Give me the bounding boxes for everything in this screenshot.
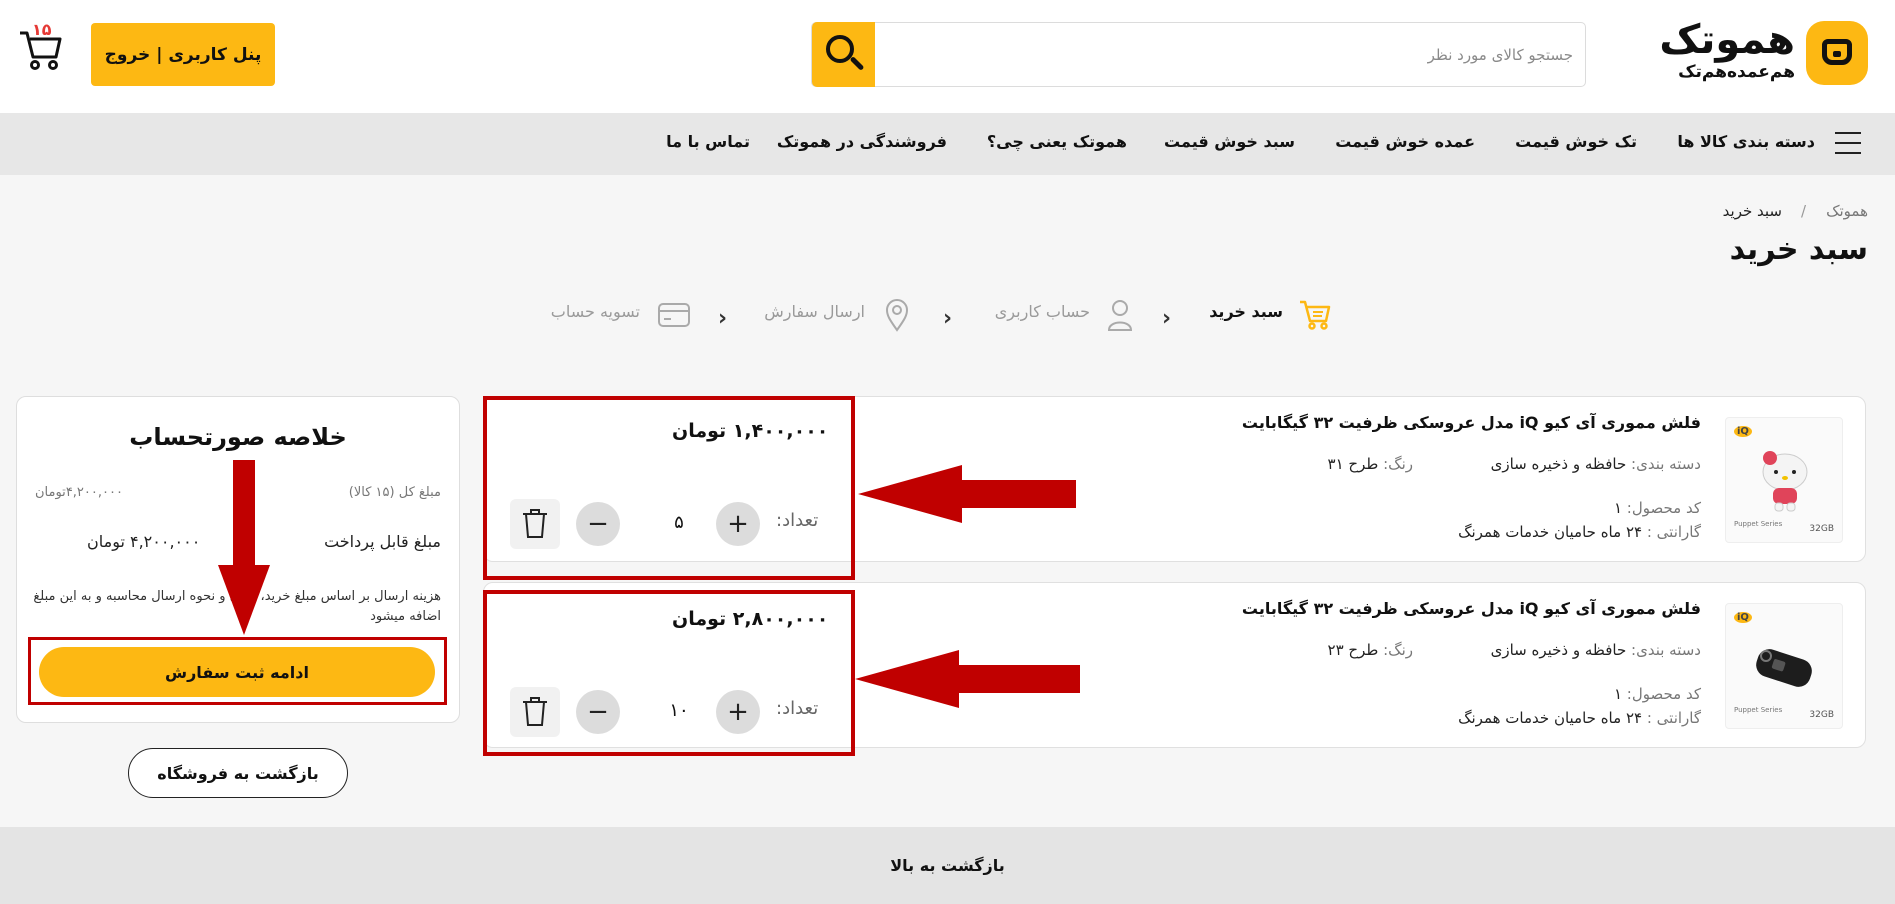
category-label: دسته بندی: xyxy=(1631,455,1701,473)
annotation-highlight-box: ۲,۸۰۰,۰۰۰ تومان تعداد: + ۱۰ − xyxy=(483,590,855,756)
product-image[interactable]: iQ Puppet Series 32GB xyxy=(1725,417,1843,543)
nav-item-about[interactable]: هموتک یعنی چی؟ xyxy=(987,132,1127,151)
annotation-highlight-box: ۱,۴۰۰,۰۰۰ تومان تعداد: + ۵ − xyxy=(483,396,855,580)
step-account: حساب کاربری xyxy=(994,302,1090,321)
brand-logo: iQ xyxy=(1734,612,1752,623)
logo-icon[interactable] xyxy=(1806,21,1868,85)
item-price: ۱,۴۰۰,۰۰۰ تومان xyxy=(672,420,829,442)
quantity-value: ۱۰ xyxy=(669,700,689,721)
nav-item-contact[interactable]: تماس با ما xyxy=(666,132,750,151)
menu-icon[interactable] xyxy=(1835,132,1861,154)
product-capacity: 32GB xyxy=(1809,710,1834,720)
cart-count-badge: ۱۵ xyxy=(32,20,52,39)
product-series: Puppet Series xyxy=(1734,706,1783,714)
continue-order-button[interactable]: ادامه ثبت سفارش xyxy=(39,647,435,697)
logo-subtitle: هم‌عمده‌هم‌تک xyxy=(1678,62,1795,82)
quantity-label: تعداد: xyxy=(776,510,819,531)
warranty-value: ۲۴ ماه حامیان خدمات همرنگ xyxy=(1458,709,1643,727)
nav-item-become-seller[interactable]: فروشندگی در هموتک xyxy=(777,132,947,151)
page-title: سبد خرید xyxy=(1729,232,1868,267)
decrease-qty-button[interactable]: − xyxy=(576,502,620,546)
search-input[interactable] xyxy=(893,37,1573,73)
quantity-label: تعداد: xyxy=(776,698,819,719)
product-series: Puppet Series xyxy=(1734,520,1783,528)
delete-item-button[interactable] xyxy=(510,499,560,549)
trash-icon xyxy=(523,508,547,538)
color-value: طرح ۲۳ xyxy=(1327,641,1379,659)
delete-item-button[interactable] xyxy=(510,687,560,737)
warranty-value: ۲۴ ماه حامیان خدمات همرنگ xyxy=(1458,523,1643,541)
annotation-arrow-left xyxy=(858,465,1076,523)
nav-item-basket-deals[interactable]: سبد خوش قیمت xyxy=(1164,132,1295,151)
chevron-left-icon: ‹ xyxy=(943,306,953,331)
nav-item-wholesale-deals[interactable]: عمده خوش قیمت xyxy=(1335,132,1475,151)
decrease-qty-button[interactable]: − xyxy=(576,690,620,734)
search-box xyxy=(811,22,1586,87)
category-value: حافظه و ذخیره سازی xyxy=(1490,455,1627,473)
chevron-left-icon: ‹ xyxy=(718,306,728,331)
breadcrumb-separator: / xyxy=(1800,202,1806,220)
code-value: ۱ xyxy=(1613,499,1622,517)
cart-step-icon xyxy=(1300,300,1331,330)
logo-title[interactable]: همو‌تک xyxy=(1655,18,1795,62)
payable-label: مبلغ قابل پرداخت xyxy=(324,532,441,551)
step-payment: تسویه حساب xyxy=(550,302,640,321)
summary-title: خلاصه صورتحساب xyxy=(129,423,347,451)
step-cart: سبد خرید xyxy=(1209,302,1283,321)
annotation-arrow-left xyxy=(855,650,1080,708)
step-shipping: ارسال سفارش xyxy=(764,302,865,321)
category-value: حافظه و ذخیره سازی xyxy=(1490,641,1627,659)
search-button[interactable] xyxy=(812,22,875,87)
user-panel-button[interactable]: پنل کاربری | خروج xyxy=(91,23,275,86)
location-step-icon xyxy=(885,299,909,332)
nav-item-single-deals[interactable]: تک خوش قیمت xyxy=(1515,132,1637,151)
card-step-icon xyxy=(658,303,690,327)
back-to-shop-button[interactable]: بازگشت به فروشگاه xyxy=(128,748,348,798)
increase-qty-button[interactable]: + xyxy=(716,502,760,546)
color-label: رنگ: xyxy=(1383,455,1413,473)
total-label: مبلغ کل (۱۵ کالا) xyxy=(348,485,441,500)
product-image[interactable]: iQ Puppet Series 32GB xyxy=(1725,603,1843,729)
code-label: کد محصول: xyxy=(1626,685,1701,703)
quantity-value: ۵ xyxy=(674,512,684,533)
nav-item-categories[interactable]: دسته بندی کالا ها xyxy=(1677,132,1815,151)
annotation-arrow-down xyxy=(218,460,270,635)
color-label: رنگ: xyxy=(1383,641,1413,659)
annotation-highlight-box: ادامه ثبت سفارش xyxy=(28,637,447,705)
code-label: کد محصول: xyxy=(1626,499,1701,517)
breadcrumb-home[interactable]: هموتک xyxy=(1826,202,1868,220)
product-name[interactable]: فلش مموری آی کیو iQ مدل عروسکی ظرفیت ۳۲ … xyxy=(1242,599,1701,618)
site-header: همو‌تک هم‌عمده‌هم‌تک پنل کاربری | خروج ۱… xyxy=(0,0,1895,113)
user-step-icon xyxy=(1107,300,1133,331)
car-key-flash-drive-icon xyxy=(1756,649,1812,687)
trash-icon xyxy=(523,696,547,726)
warranty-label: گارانتی : xyxy=(1646,709,1701,727)
product-name[interactable]: فلش مموری آی کیو iQ مدل عروسکی ظرفیت ۳۲ … xyxy=(1242,413,1701,432)
back-to-top-bar[interactable]: بازگشت به بالا xyxy=(0,827,1895,904)
color-value: طرح ۳۱ xyxy=(1327,455,1379,473)
doll-flash-drive-icon xyxy=(1762,451,1808,512)
category-label: دسته بندی: xyxy=(1631,641,1701,659)
item-price: ۲,۸۰۰,۰۰۰ تومان xyxy=(672,608,829,630)
breadcrumb-current: سبد خرید xyxy=(1722,202,1782,220)
brand-logo: iQ xyxy=(1734,426,1752,437)
total-value: ۴,۲۰۰,۰۰۰تومان xyxy=(35,485,123,500)
main-nav: دسته بندی کالا ها تک خوش قیمت عمده خوش ق… xyxy=(0,113,1895,175)
increase-qty-button[interactable]: + xyxy=(716,690,760,734)
chevron-left-icon: ‹ xyxy=(1162,306,1172,331)
warranty-label: گارانتی : xyxy=(1646,523,1701,541)
product-capacity: 32GB xyxy=(1809,524,1834,534)
payable-value: ۴,۲۰۰,۰۰۰ تومان xyxy=(87,532,201,551)
code-value: ۱ xyxy=(1613,685,1622,703)
